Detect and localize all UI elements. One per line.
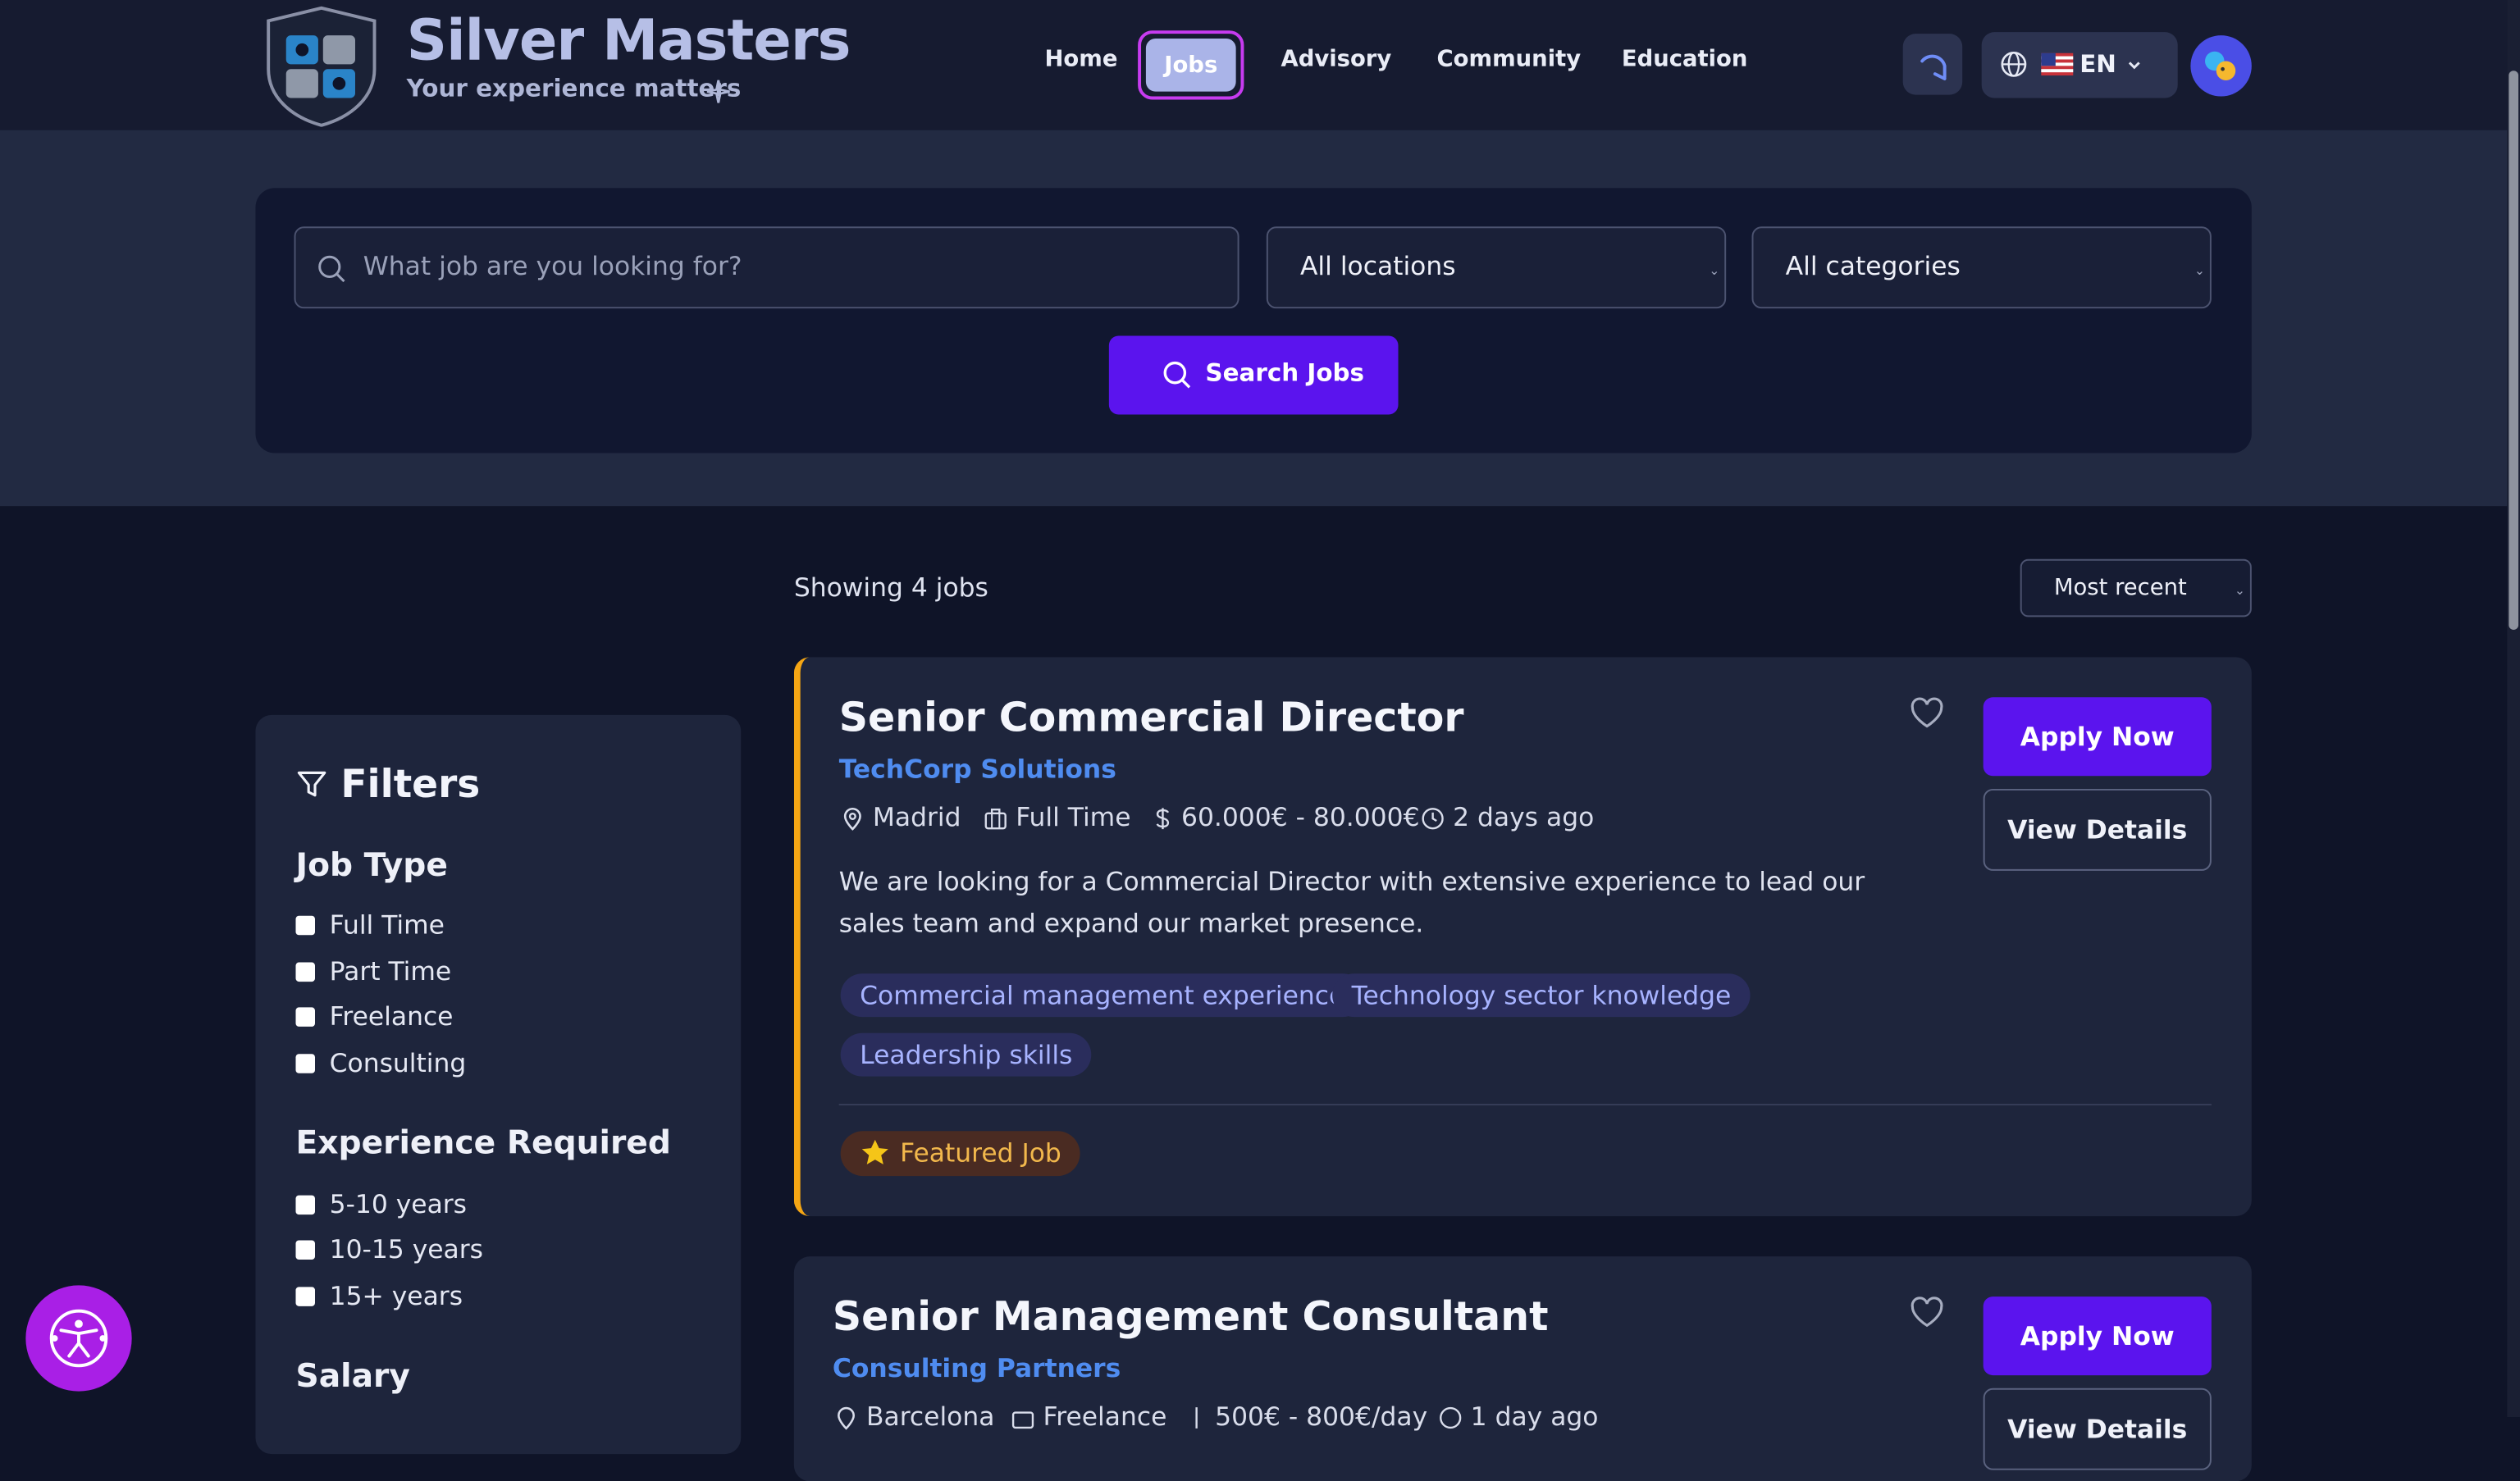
logo-shield-icon[interactable]: [262, 5, 381, 127]
search-icon: [1163, 361, 1191, 389]
filter-label: Full Time: [329, 909, 445, 941]
checkbox[interactable]: [295, 1240, 316, 1260]
refresh-icon: [1920, 54, 1947, 80]
job-posted: 2 days ago: [1453, 801, 1595, 832]
job-salary: 500€ - 800€/day: [1215, 1401, 1428, 1432]
user-avatar[interactable]: [2190, 35, 2252, 97]
search-placeholder: What job are you looking for?: [363, 250, 742, 281]
category-select[interactable]: All categories ⌄: [1751, 226, 2212, 309]
checkbox[interactable]: [295, 1195, 316, 1215]
nav-advisory[interactable]: Advisory: [1281, 47, 1391, 72]
job-description: We are looking for a Commercial Director…: [838, 866, 1865, 939]
language-code: EN: [2079, 49, 2116, 80]
brand-name[interactable]: Silver Masters: [407, 10, 851, 74]
checkbox[interactable]: [295, 1287, 316, 1306]
job-title[interactable]: Senior Commercial Director: [839, 694, 1464, 740]
apply-now-button[interactable]: Apply Now: [1983, 1296, 2212, 1376]
experience-heading: Experience Required: [295, 1123, 671, 1162]
job-title[interactable]: Senior Management Consultant: [833, 1293, 1549, 1340]
map-pin-icon: [843, 807, 861, 831]
category-select-value: All categories: [1785, 250, 1961, 281]
nav-community[interactable]: Community: [1437, 47, 1582, 72]
building-icon: [1011, 1411, 1034, 1429]
chevron-down-icon: ⌄: [2234, 583, 2246, 598]
job-location: Barcelona: [866, 1401, 995, 1432]
filter-label: Part Time: [329, 955, 452, 987]
sort-select[interactable]: Most recent ⌄: [2020, 558, 2252, 617]
filter-label: 5-10 years: [329, 1188, 468, 1220]
heart-icon[interactable]: [1910, 697, 1945, 729]
salary-heading: Salary: [295, 1356, 410, 1395]
us-flag-icon: [2041, 52, 2074, 76]
featured-badge-label: Featured Job: [900, 1137, 1061, 1169]
skill-tag: Leadership skills: [840, 1032, 1092, 1077]
chevron-down-icon: ⌄: [1709, 263, 1720, 278]
checkbox[interactable]: [295, 1054, 316, 1073]
checkbox[interactable]: [295, 915, 316, 936]
view-details-button[interactable]: View Details: [1983, 788, 2212, 871]
scrollbar-thumb[interactable]: [2509, 71, 2519, 631]
checkbox[interactable]: [295, 1007, 316, 1027]
accessibility-icon: [49, 1309, 108, 1368]
nav-jobs-label: Jobs: [1145, 39, 1236, 92]
checkbox[interactable]: [295, 962, 316, 982]
nav-home[interactable]: Home: [1044, 47, 1117, 72]
filters-panel: [255, 714, 742, 1455]
filter-label: 10-15 years: [329, 1233, 483, 1265]
theme-toggle-button[interactable]: [1902, 34, 1963, 95]
filter-label: Freelance: [329, 1000, 454, 1032]
star-icon: [861, 1139, 888, 1164]
filters-title: Filters: [340, 761, 481, 807]
accessibility-button[interactable]: [25, 1285, 132, 1392]
job-search-input[interactable]: What job are you looking for?: [294, 226, 1239, 309]
filter-icon: [297, 771, 326, 797]
sparkle-icon: [706, 80, 730, 103]
card-divider: [838, 1103, 2212, 1105]
clock-icon: [1440, 1406, 1462, 1429]
apply-now-button[interactable]: Apply Now: [1983, 697, 2212, 777]
nav-jobs[interactable]: Jobs: [1138, 30, 1244, 100]
job-type: Full Time: [1016, 801, 1131, 832]
job-type-heading: Job Type: [295, 845, 448, 884]
search-icon: [318, 255, 345, 283]
filter-label: Consulting: [329, 1047, 467, 1078]
heart-icon[interactable]: [1910, 1296, 1945, 1328]
map-pin-icon: [838, 1406, 855, 1430]
featured-badge: Featured Job: [840, 1131, 1081, 1177]
chevron-down-icon: ⌄: [2194, 263, 2206, 278]
location-select[interactable]: All locations ⌄: [1266, 226, 1727, 309]
skill-tag: Commercial management experience: [840, 973, 1364, 1018]
avatar-icon: [2205, 51, 2236, 80]
view-details-button[interactable]: View Details: [1983, 1388, 2212, 1470]
results-count: Showing 4 jobs: [793, 572, 988, 603]
search-jobs-button[interactable]: Search Jobs: [1108, 335, 1399, 415]
job-location: Madrid: [872, 801, 961, 832]
clock-icon: [1422, 808, 1444, 830]
nav-education[interactable]: Education: [1622, 47, 1748, 72]
search-jobs-label: Search Jobs: [1205, 358, 1365, 388]
job-company[interactable]: TechCorp Solutions: [839, 754, 1116, 784]
globe-icon: [2001, 51, 2027, 77]
filter-label: 15+ years: [329, 1280, 463, 1311]
job-type: Freelance: [1043, 1401, 1167, 1432]
job-posted: 1 day ago: [1470, 1401, 1599, 1432]
location-select-value: All locations: [1299, 250, 1456, 281]
dollar-icon: [1195, 1407, 1198, 1429]
skill-tag: Technology sector knowledge: [1332, 973, 1751, 1018]
sort-select-value: Most recent: [2053, 575, 2187, 601]
building-icon: [984, 808, 1007, 830]
job-salary: 60.000€ - 80.000€: [1181, 801, 1420, 832]
chevron-down-icon: [2128, 62, 2140, 70]
brand-tagline: Your experience matters: [406, 74, 742, 103]
dollar-icon: [1156, 808, 1170, 830]
job-company[interactable]: Consulting Partners: [833, 1353, 1121, 1383]
